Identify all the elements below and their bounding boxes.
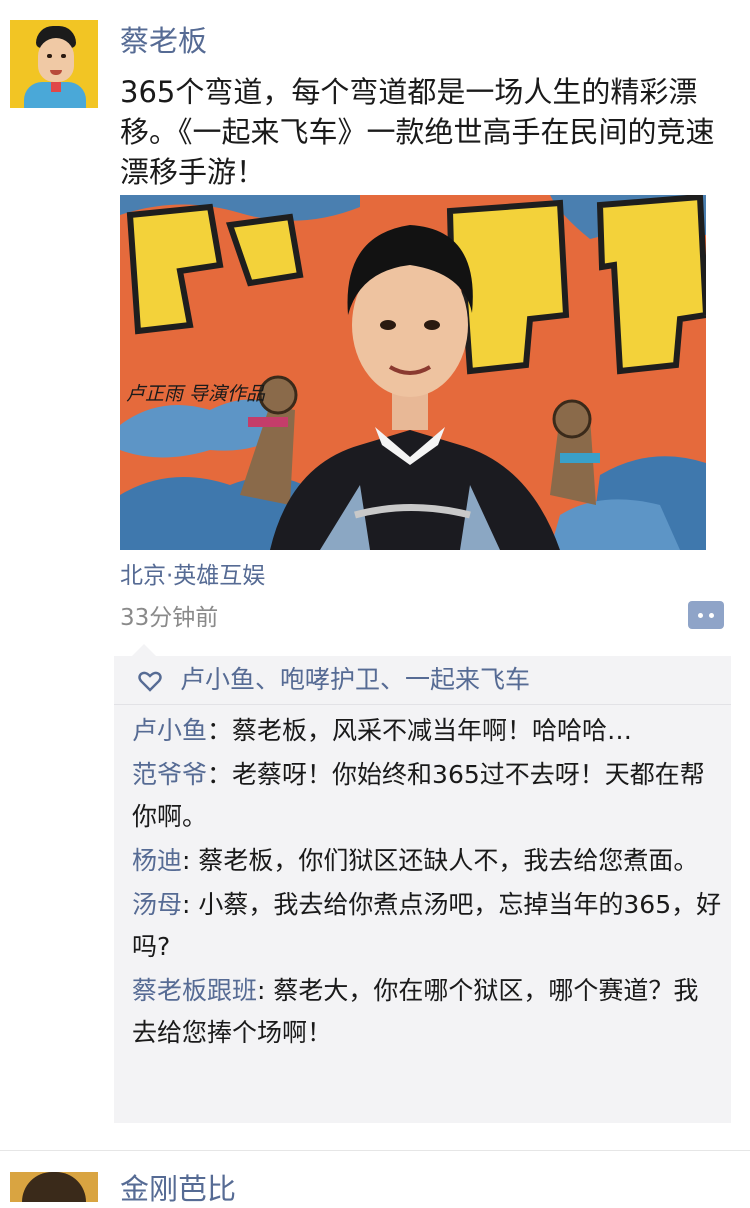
likes-row: 卢小鱼、咆哮护卫、一起来飞车 bbox=[114, 656, 731, 705]
avatar-eye-right bbox=[61, 54, 66, 58]
post-text: 365个弯道，每个弯道都是一场人生的精彩漂移。《一起来飞车》一款绝世高手在民间的… bbox=[120, 75, 715, 189]
post-time: 33分钟前 bbox=[120, 605, 219, 631]
next-author-name[interactable]: 金刚芭比 bbox=[120, 1170, 236, 1208]
comment-item[interactable]: 蔡老板跟班: 蔡老大，你在哪个狱区，哪个赛道？我去给您捧个场啊！ bbox=[132, 970, 722, 1054]
comment-separator: ： bbox=[207, 760, 233, 789]
comment-icon-dot bbox=[698, 613, 703, 618]
comment-user[interactable]: 范爷爷 bbox=[132, 760, 207, 789]
comment-item[interactable]: 杨迪: 蔡老板，你们狱区还缺人不，我去给您煮面。 bbox=[132, 840, 722, 882]
photo-illustration: 卢正雨 导演作品 bbox=[120, 195, 706, 550]
like-names[interactable]: 卢小鱼、咆哮护卫、一起来飞车 bbox=[180, 662, 530, 698]
comment-text: 蔡老板，风采不减当年啊！哈哈哈… bbox=[232, 716, 633, 745]
comment-separator: ： bbox=[207, 716, 233, 745]
comment-icon-dot bbox=[709, 613, 714, 618]
next-author-avatar[interactable] bbox=[10, 1172, 98, 1202]
moment-post: 蔡老板 365个弯道，每个弯道都是一场人生的精彩漂移。《一起来飞车》一款绝世高手… bbox=[0, 0, 750, 1151]
comment-separator: : bbox=[257, 976, 274, 1005]
avatar-bowtie bbox=[51, 82, 61, 92]
comment-text: 蔡老板，你们狱区还缺人不，我去给您煮面。 bbox=[198, 846, 699, 875]
post-divider bbox=[0, 1150, 750, 1151]
post-photo[interactable]: 卢正雨 导演作品 bbox=[120, 195, 706, 550]
avatar-eye-left bbox=[47, 54, 52, 58]
comment-separator: : bbox=[182, 846, 199, 875]
author-name[interactable]: 蔡老板 bbox=[120, 22, 207, 60]
author-avatar[interactable] bbox=[10, 20, 98, 108]
comment-user[interactable]: 杨迪 bbox=[132, 846, 182, 875]
comment-item[interactable]: 卢小鱼：蔡老板，风采不减当年啊！哈哈哈… bbox=[132, 710, 722, 752]
location-link[interactable]: 北京·英雄互娱 bbox=[120, 559, 265, 593]
photo-credit-text: 卢正雨 导演作品 bbox=[126, 383, 266, 405]
next-avatar-hair bbox=[22, 1172, 86, 1202]
comment-text: 小蔡，我去给你煮点汤吧，忘掉当年的365，好吗? bbox=[132, 890, 722, 961]
comments-panel: 卢小鱼、咆哮护卫、一起来飞车 卢小鱼：蔡老板，风采不减当年啊！哈哈哈… 范爷爷：老… bbox=[114, 644, 731, 1123]
comment-action-button[interactable] bbox=[688, 601, 724, 629]
comment-item[interactable]: 范爷爷：老蔡呀！你始终和365过不去呀！天都在帮你啊。 bbox=[132, 754, 722, 838]
comment-separator: : bbox=[182, 890, 199, 919]
comment-user[interactable]: 卢小鱼 bbox=[132, 716, 207, 745]
heart-icon bbox=[138, 671, 162, 692]
comment-user[interactable]: 蔡老板跟班 bbox=[132, 976, 257, 1005]
comment-user[interactable]: 汤母 bbox=[132, 890, 182, 919]
avatar-face bbox=[38, 38, 74, 82]
comment-item[interactable]: 汤母: 小蔡，我去给你煮点汤吧，忘掉当年的365，好吗? bbox=[132, 884, 722, 968]
comment-list: 卢小鱼：蔡老板，风采不减当年啊！哈哈哈… 范爷爷：老蔡呀！你始终和365过不去呀！… bbox=[132, 710, 722, 1056]
